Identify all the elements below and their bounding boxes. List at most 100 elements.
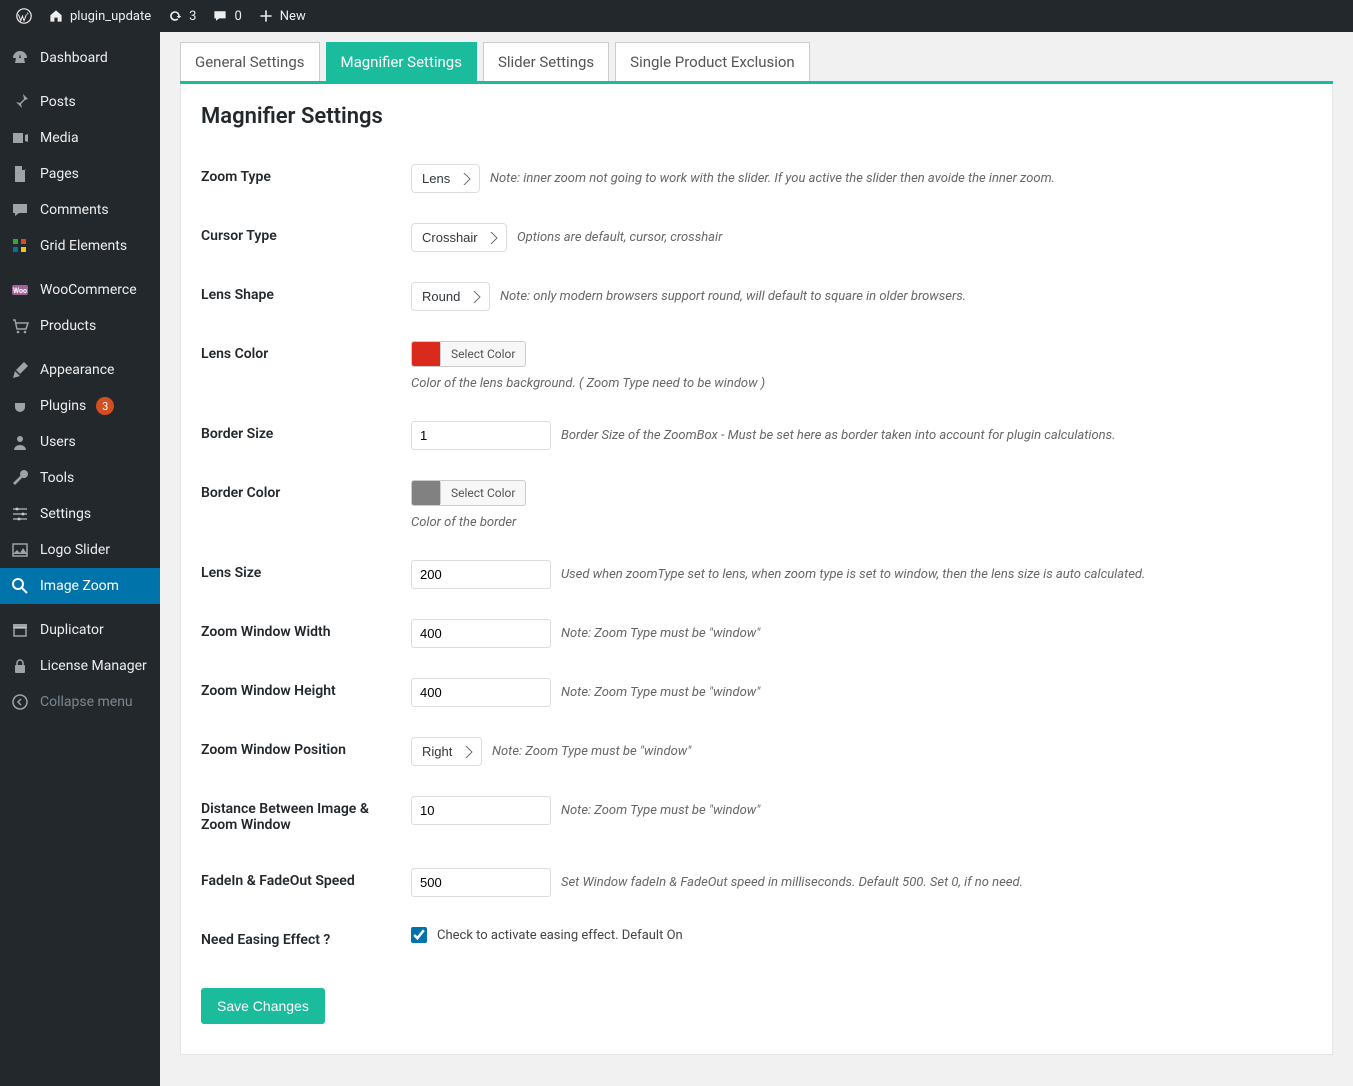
- pin-icon: [10, 92, 30, 112]
- select-window-position[interactable]: Right: [412, 738, 481, 765]
- collapse-icon: [10, 692, 30, 712]
- page-title: Magnifier Settings: [201, 104, 1312, 129]
- color-picker-border[interactable]: Select Color: [411, 480, 526, 506]
- input-lens-size[interactable]: [411, 560, 551, 589]
- sidebar-item-label: Grid Elements: [40, 238, 127, 254]
- label-window-width: Zoom Window Width: [201, 604, 401, 663]
- sidebar-item-label: Comments: [40, 202, 109, 218]
- note-window-position: Note: Zoom Type must be "window": [492, 744, 691, 759]
- input-fade-speed[interactable]: [411, 868, 551, 897]
- site-name-link[interactable]: plugin_update: [40, 8, 159, 24]
- sidebar-item-label: Settings: [40, 506, 91, 522]
- plus-icon: [258, 8, 274, 24]
- select-color-btn-label: Select Color: [440, 343, 525, 365]
- update-icon: [167, 8, 183, 24]
- sidebar-item-products[interactable]: Products: [0, 308, 160, 344]
- sidebar-item-label: Tools: [40, 470, 74, 486]
- wrench-icon: [10, 468, 30, 488]
- svg-text:Woo: Woo: [13, 287, 27, 295]
- label-distance: Distance Between Image & Zoom Window: [201, 781, 401, 853]
- select-cursor-type[interactable]: Crosshair: [412, 224, 506, 251]
- label-border-color: Border Color: [201, 465, 401, 545]
- note-window-height: Note: Zoom Type must be "window": [561, 685, 760, 700]
- sidebar-item-label: Duplicator: [40, 622, 104, 638]
- save-button[interactable]: Save Changes: [201, 988, 325, 1024]
- collapse-menu[interactable]: Collapse menu: [0, 684, 160, 720]
- sidebar-item-pages[interactable]: Pages: [0, 156, 160, 192]
- tab-magnifier[interactable]: Magnifier Settings: [326, 42, 477, 81]
- sidebar-item-appearance[interactable]: Appearance: [0, 352, 160, 388]
- note-lens-size: Used when zoomType set to lens, when zoo…: [561, 567, 1145, 582]
- label-easing: Need Easing Effect ?: [201, 912, 401, 968]
- select-color-btn-label: Select Color: [440, 482, 525, 504]
- image-icon: [10, 540, 30, 560]
- input-window-height[interactable]: [411, 678, 551, 707]
- admin-menu: Dashboard Posts Media Pages Comments Gri…: [0, 32, 160, 1086]
- sidebar-item-label: Plugins: [40, 398, 86, 414]
- label-border-size: Border Size: [201, 406, 401, 465]
- dashboard-icon: [10, 48, 30, 68]
- lock-icon: [10, 656, 30, 676]
- magnifier-icon: [10, 576, 30, 596]
- sidebar-item-license-manager[interactable]: License Manager: [0, 648, 160, 684]
- comment-icon: [10, 200, 30, 220]
- sidebar-item-dashboard[interactable]: Dashboard: [0, 40, 160, 76]
- sidebar-item-label: Pages: [40, 166, 79, 182]
- sidebar-item-comments[interactable]: Comments: [0, 192, 160, 228]
- comment-icon: [212, 8, 228, 24]
- select-lens-shape[interactable]: Round: [412, 283, 489, 310]
- input-window-width[interactable]: [411, 619, 551, 648]
- sidebar-item-logo-slider[interactable]: Logo Slider: [0, 532, 160, 568]
- sidebar-item-duplicator[interactable]: Duplicator: [0, 612, 160, 648]
- note-lens-shape: Note: only modern browsers support round…: [500, 289, 966, 304]
- sidebar-item-tools[interactable]: Tools: [0, 460, 160, 496]
- updates-link[interactable]: 3: [159, 8, 204, 24]
- tab-slider[interactable]: Slider Settings: [483, 42, 609, 81]
- sidebar-item-woocommerce[interactable]: Woo WooCommerce: [0, 272, 160, 308]
- sidebar-item-plugins[interactable]: Plugins 3: [0, 388, 160, 424]
- color-picker-lens[interactable]: Select Color: [411, 341, 526, 367]
- label-lens-color: Lens Color: [201, 326, 401, 406]
- sidebar-item-label: License Manager: [40, 658, 147, 674]
- sidebar-item-media[interactable]: Media: [0, 120, 160, 156]
- sidebar-item-label: Posts: [40, 94, 76, 110]
- label-window-position: Zoom Window Position: [201, 722, 401, 781]
- select-zoom-type[interactable]: Lens: [412, 165, 479, 192]
- new-content-link[interactable]: New: [250, 8, 314, 24]
- sliders-icon: [10, 504, 30, 524]
- archive-icon: [10, 620, 30, 640]
- note-border-color: Color of the border: [411, 515, 1302, 530]
- brush-icon: [10, 360, 30, 380]
- comments-link[interactable]: 0: [204, 8, 249, 24]
- page-icon: [10, 164, 30, 184]
- sidebar-item-users[interactable]: Users: [0, 424, 160, 460]
- comments-count: 0: [234, 9, 241, 24]
- sidebar-item-label: Appearance: [40, 362, 114, 378]
- checkbox-easing[interactable]: [411, 927, 427, 943]
- note-window-width: Note: Zoom Type must be "window": [561, 626, 760, 641]
- updates-count: 3: [189, 9, 196, 24]
- grid-icon: [10, 236, 30, 256]
- sidebar-item-grid-elements[interactable]: Grid Elements: [0, 228, 160, 264]
- sidebar-item-label: Media: [40, 130, 79, 146]
- wp-logo[interactable]: [8, 8, 40, 24]
- woocommerce-icon: Woo: [10, 280, 30, 300]
- input-border-size[interactable]: [411, 421, 551, 450]
- sidebar-item-settings[interactable]: Settings: [0, 496, 160, 532]
- label-zoom-type: Zoom Type: [201, 149, 401, 208]
- sidebar-item-image-zoom[interactable]: Image Zoom: [0, 568, 160, 604]
- settings-panel: Magnifier Settings Zoom Type Lens Note: …: [180, 84, 1333, 1055]
- collapse-label: Collapse menu: [40, 694, 133, 710]
- admin-toolbar: plugin_update 3 0 New: [0, 0, 1353, 32]
- sidebar-item-posts[interactable]: Posts: [0, 84, 160, 120]
- plug-icon: [10, 396, 30, 416]
- site-name: plugin_update: [70, 9, 151, 24]
- user-icon: [10, 432, 30, 452]
- new-label: New: [280, 9, 306, 24]
- tab-exclusion[interactable]: Single Product Exclusion: [615, 42, 810, 81]
- tab-general[interactable]: General Settings: [180, 42, 320, 81]
- note-lens-color: Color of the lens background. ( Zoom Typ…: [411, 376, 1302, 391]
- input-distance[interactable]: [411, 796, 551, 825]
- note-cursor-type: Options are default, cursor, crosshair: [517, 230, 722, 245]
- border-color-swatch: [412, 481, 440, 505]
